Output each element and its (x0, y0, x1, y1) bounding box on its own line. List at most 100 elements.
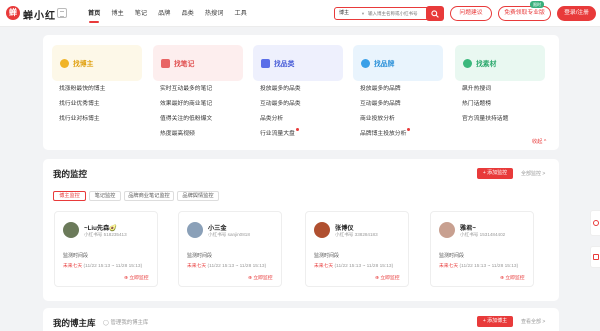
emoji-icon (60, 59, 69, 68)
category-find-material[interactable]: 找素材 (455, 45, 545, 81)
nav-tools[interactable]: 工具 (234, 0, 246, 27)
collapse-toggle[interactable]: 收起 ^ (532, 138, 546, 145)
category-find-brand[interactable]: 找品牌 (353, 45, 443, 81)
tab-brand-note-monitor[interactable]: 品牌商业笔记监控 (124, 191, 174, 201)
view-all-link[interactable]: 查看全部 > (521, 318, 545, 325)
search-icon (431, 10, 439, 18)
start-monitor-button[interactable]: ⊕ 立即监控 (375, 274, 400, 281)
add-blogger-button[interactable]: + 添加博主 (477, 316, 513, 327)
blogger-id: 小红书号 518235413 (84, 232, 127, 237)
manage-library-label: 管理我的博主库 (110, 320, 149, 326)
note-icon (161, 59, 170, 68)
manage-library-link[interactable]: ◯ 管理我的博主库 (103, 318, 148, 326)
quick-link[interactable]: 实时互动最多的笔记 (160, 83, 212, 92)
quick-link[interactable]: 热度最高视频 (160, 128, 195, 137)
period-range: (11/22 15:13 ~ 11/28 15:13) (459, 264, 519, 269)
start-monitor-button[interactable]: ⊕ 立即监控 (500, 274, 525, 281)
quick-link[interactable]: 商业投放分析 (360, 113, 395, 122)
blogger-name: ~Liu先森🥑 (84, 225, 117, 232)
quick-link[interactable]: 热门话题榜 (462, 98, 491, 107)
monitor-period: 未来七天 (11/22 15:13 ~ 11/28 15:13) (314, 262, 393, 269)
category-find-category[interactable]: 找品类 (253, 45, 343, 81)
side-float-tab[interactable] (590, 210, 600, 236)
quick-link[interactable]: 官方流量扶持话题 (462, 113, 508, 122)
start-monitor-button[interactable]: ⊕ 立即监控 (248, 274, 273, 281)
logo-icon[interactable]: 蝉 (6, 6, 20, 20)
quick-link[interactable]: 找行业对标博主 (59, 113, 100, 122)
quick-link-hot[interactable]: 行业流量大盘 (260, 128, 299, 137)
quick-link[interactable]: 找涨粉最快的博主 (59, 83, 105, 92)
quick-link-label: 行业流量大盘 (260, 131, 295, 137)
nav-brands[interactable]: 品牌 (158, 0, 170, 27)
category-title: 找博主 (73, 61, 94, 68)
period-range: (11/22 15:13 ~ 11/28 15:13) (334, 264, 394, 269)
blogger-id: 小红书号 1531484402 (460, 232, 506, 237)
library-title: 我的博主库 (53, 318, 96, 328)
monitor-period: 未来七天 (11/22 15:13 ~ 11/28 15:13) (63, 262, 142, 269)
start-monitor-button[interactable]: ⊕ 立即监控 (124, 274, 149, 281)
quick-link[interactable]: 互动最多的品牌 (360, 98, 401, 107)
monitor-card[interactable]: ~Liu先森🥑 小红书号 518235413 监测时间段 未来七天 (11/22… (54, 211, 158, 287)
category-title: 找品类 (274, 61, 295, 68)
nav-bloggers[interactable]: 博主 (111, 0, 123, 27)
blogger-name: 小三金 (208, 225, 227, 232)
add-monitor-button[interactable]: + 添加监控 (477, 168, 513, 179)
tab-blogger-monitor[interactable]: 博主监控 (53, 191, 86, 201)
monitor-card[interactable]: 张博仪 小红书号 338284183 监测时间段 未来七天 (11/22 15:… (305, 211, 409, 287)
chevron-down-icon[interactable]: ▼ (361, 9, 365, 18)
top-bar: 蝉 蝉小红 首页 博主 笔记 品牌 品类 热搜词 工具 博主 ▼ 问题建议 免费… (0, 0, 600, 27)
nav-hot-words[interactable]: 热搜词 (205, 0, 224, 27)
logo-text[interactable]: 蝉小红 (23, 7, 56, 22)
start-monitor-label: 立即监控 (253, 276, 273, 281)
nav-categories[interactable]: 品类 (182, 0, 194, 27)
quick-link[interactable]: 效果最好的商业笔记 (160, 98, 212, 107)
period-range: (11/22 15:13 ~ 11/28 15:13) (207, 264, 267, 269)
category-find-note[interactable]: 找笔记 (153, 45, 243, 81)
quick-link[interactable]: 品类分析 (260, 113, 283, 122)
start-monitor-label: 立即监控 (380, 276, 400, 281)
quick-link[interactable]: 投放最多的品类 (260, 83, 301, 92)
tab-brand-sentiment-monitor[interactable]: 品牌舆情监控 (177, 191, 219, 201)
monitor-period: 未来七天 (11/22 15:13 ~ 11/28 15:13) (187, 262, 266, 269)
limited-time-badge: 限时 (530, 1, 544, 8)
blogger-library-panel: 我的博主库 ◯ 管理我的博主库 + 添加博主 查看全部 > (43, 308, 559, 331)
search-category-select[interactable]: 博主 (339, 8, 349, 19)
blogger-name: 张博仪 (335, 225, 354, 232)
quick-link[interactable]: 找行业优秀博主 (59, 98, 100, 107)
box-icon (261, 59, 270, 68)
free-trial-button[interactable]: 免费领取专业版 (498, 6, 551, 21)
quick-link[interactable]: 飙升热搜词 (462, 83, 491, 92)
quick-link-hot[interactable]: 品牌博主投放分析 (360, 128, 411, 137)
category-title: 找笔记 (174, 61, 195, 68)
side-float-tab[interactable] (590, 246, 600, 268)
headset-icon (593, 220, 599, 226)
quick-access-panel: 找博主 找笔记 找品类 找品牌 找素材 找涨粉最快的博主 找行业优秀博主 找行业… (43, 35, 559, 150)
start-monitor-label: 立即监控 (505, 276, 525, 281)
blogger-id: 小红书号 338284183 (335, 232, 378, 237)
period-range: (11/22 15:13 ~ 11/28 15:13) (83, 264, 143, 269)
main-nav: 首页 博主 笔记 品牌 品类 热搜词 工具 (88, 0, 258, 27)
nav-home[interactable]: 首页 (88, 0, 100, 27)
grid-menu-icon[interactable] (57, 8, 67, 18)
search-input[interactable] (368, 8, 426, 19)
monitor-period: 未来七天 (11/22 15:13 ~ 11/28 15:13) (439, 262, 518, 269)
hot-icon (295, 128, 299, 131)
blogger-name: 雅君~ (460, 225, 476, 232)
quick-link[interactable]: 值得关注的低粉爆文 (160, 113, 212, 122)
tab-note-monitor[interactable]: 笔记监控 (89, 191, 121, 201)
clover-icon (463, 59, 472, 68)
feedback-button[interactable]: 问题建议 (450, 6, 492, 21)
nav-notes[interactable]: 笔记 (135, 0, 147, 27)
search-button[interactable] (426, 6, 444, 21)
monitor-card[interactable]: 小三金 小红书号 sanjin0818 监测时间段 未来七天 (11/22 15… (178, 211, 282, 287)
monitor-period-label: 监测时间段 (439, 253, 465, 259)
all-monitors-link[interactable]: 全部监控 > (521, 170, 545, 177)
category-find-blogger[interactable]: 找博主 (52, 45, 142, 81)
category-title: 找素材 (476, 61, 497, 68)
quick-link[interactable]: 互动最多的品类 (260, 98, 301, 107)
monitor-period-label: 监测时间段 (187, 253, 213, 259)
monitor-card[interactable]: 雅君~ 小红书号 1531484402 监测时间段 未来七天 (11/22 15… (430, 211, 534, 287)
login-button[interactable]: 登录/注册 (557, 6, 596, 21)
blogger-id: 小红书号 sanjin0818 (208, 232, 250, 237)
quick-link[interactable]: 投放最多的品牌 (360, 83, 401, 92)
